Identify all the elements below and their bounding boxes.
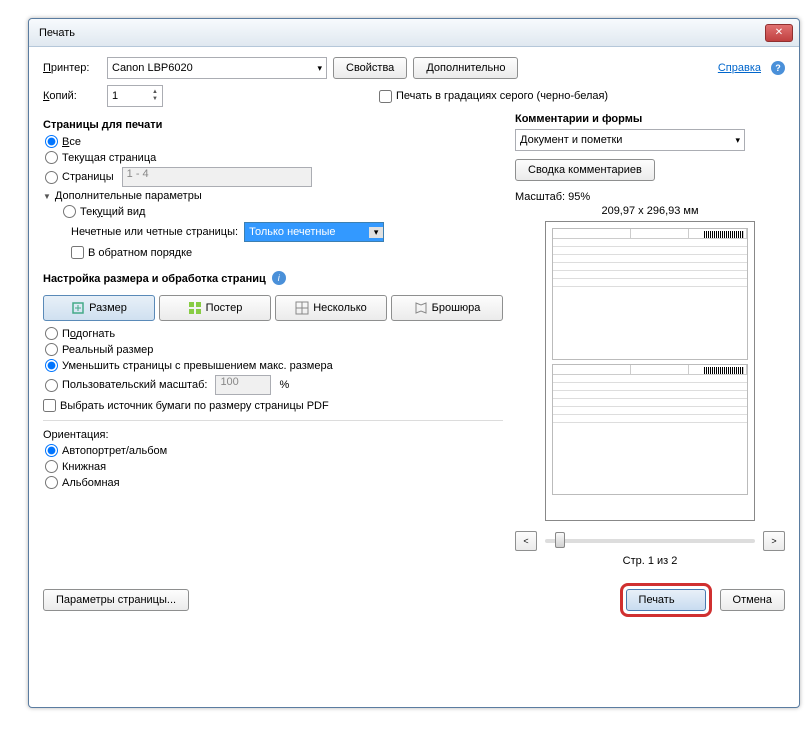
copies-up[interactable]: ▲ [152, 89, 158, 96]
close-button[interactable]: ✕ [765, 24, 793, 42]
page-setup-button[interactable]: Параметры страницы... [43, 589, 189, 611]
print-button[interactable]: Печать [626, 589, 706, 611]
paper-source-checkbox[interactable]: Выбрать источник бумаги по размеру стран… [43, 399, 503, 412]
help-icon[interactable]: ? [771, 61, 785, 75]
grayscale-checkbox[interactable]: Печать в градациях серого (черно-белая) [379, 90, 608, 103]
preview-doc-1 [552, 228, 748, 360]
tab-poster[interactable]: Постер [159, 295, 271, 321]
copies-input[interactable]: 1 ▲▼ [107, 85, 163, 107]
radio-orient-auto[interactable]: Автопортрет/альбом [45, 444, 503, 457]
info-icon[interactable]: i [272, 271, 286, 285]
help-link[interactable]: Справка [718, 62, 761, 74]
radio-current-view[interactable]: Текущий вид [63, 205, 503, 218]
radio-pages[interactable]: Страницы 1 - 4 [45, 167, 503, 187]
radio-orient-portrait[interactable]: Книжная [45, 460, 503, 473]
radio-shrink[interactable]: Уменьшить страницы с превышением макс. р… [45, 359, 503, 372]
next-page-button[interactable]: > [763, 531, 785, 551]
sizing-section-title: Настройка размера и обработка страниц [43, 273, 266, 285]
dimensions-label: 209,97 x 296,93 мм [515, 205, 785, 217]
oddeven-label: Нечетные или четные страницы: [71, 226, 238, 238]
summarize-comments-button[interactable]: Сводка комментариев [515, 159, 655, 181]
more-options-expander[interactable]: Дополнительные параметры [43, 190, 503, 202]
window-title: Печать [39, 27, 765, 39]
print-preview [545, 221, 755, 521]
prev-page-button[interactable]: < [515, 531, 537, 551]
oddeven-select[interactable]: Только нечетные [244, 222, 384, 242]
booklet-icon [414, 301, 428, 315]
advanced-button[interactable]: Дополнительно [413, 57, 518, 79]
print-dialog: Печать ✕ Принтер: Canon LBP6020 Свойства… [28, 18, 800, 708]
custom-scale-input[interactable]: 100 [215, 375, 271, 395]
page-slider[interactable] [545, 539, 755, 543]
radio-current[interactable]: Текущая страница [45, 151, 503, 164]
poster-icon [188, 301, 202, 315]
printer-select[interactable]: Canon LBP6020 [107, 57, 327, 79]
copies-label: Копий: [43, 90, 101, 102]
scale-label: Масштаб: 95% [515, 191, 785, 203]
size-icon [71, 301, 85, 315]
pages-section-title: Страницы для печати [43, 119, 503, 131]
slider-thumb[interactable] [555, 532, 565, 548]
properties-button[interactable]: Свойства [333, 57, 407, 79]
print-button-highlight: Печать [620, 583, 712, 617]
page-count-label: Стр. 1 из 2 [515, 555, 785, 567]
tab-size[interactable]: Размер [43, 295, 155, 321]
pages-range-input[interactable]: 1 - 4 [122, 167, 312, 187]
comments-section-title: Комментарии и формы [515, 113, 785, 125]
radio-orient-landscape[interactable]: Альбомная [45, 476, 503, 489]
radio-custom-scale[interactable]: Пользовательский масштаб: 100% [45, 375, 503, 395]
multiple-icon [295, 301, 309, 315]
preview-doc-2 [552, 364, 748, 496]
comments-select[interactable]: Документ и пометки [515, 129, 745, 151]
radio-fit[interactable]: Подогнать [45, 327, 503, 340]
tab-booklet[interactable]: Брошюра [391, 295, 503, 321]
tab-multiple[interactable]: Несколько [275, 295, 387, 321]
reverse-checkbox[interactable]: В обратном порядке [71, 246, 503, 259]
titlebar: Печать ✕ [29, 19, 799, 47]
radio-actual[interactable]: Реальный размер [45, 343, 503, 356]
orientation-title: Ориентация: [43, 429, 503, 441]
printer-label: Принтер: [43, 62, 101, 74]
radio-all[interactable]: Все [45, 135, 503, 148]
copies-down[interactable]: ▼ [152, 96, 158, 103]
cancel-button[interactable]: Отмена [720, 589, 785, 611]
